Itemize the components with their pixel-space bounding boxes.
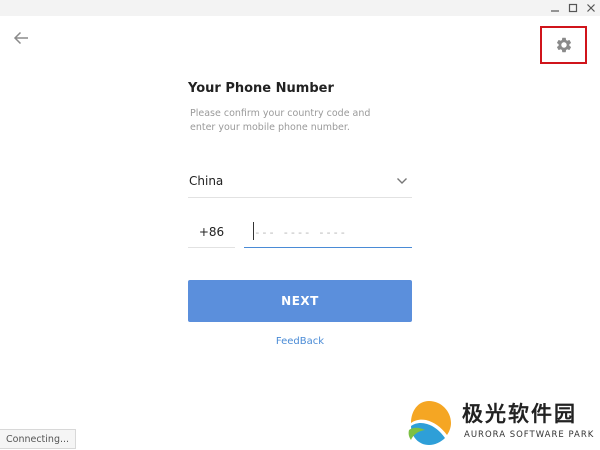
watermark-title: 极光软件园 (462, 402, 577, 426)
country-select-value: China (189, 174, 224, 188)
chevron-down-icon (397, 178, 407, 184)
maximize-button[interactable] (566, 1, 580, 15)
country-code-field[interactable] (188, 217, 235, 248)
minimize-icon (551, 10, 559, 12)
phone-number-input[interactable] (244, 217, 412, 247)
text-cursor (253, 222, 254, 240)
country-select[interactable]: China (188, 167, 412, 198)
watermark-subtitle: AURORA SOFTWARE PARK (464, 430, 595, 440)
country-code-input[interactable] (188, 217, 235, 247)
settings-button[interactable] (540, 26, 587, 64)
feedback-row: FeedBack (0, 336, 600, 347)
page-title: Your Phone Number (188, 81, 334, 96)
instructions-line-1: Please confirm your country code and (190, 108, 371, 119)
instructions-text: Please confirm your country code and ent… (190, 107, 390, 135)
next-button[interactable]: NEXT (188, 280, 412, 322)
phone-number-field[interactable] (244, 217, 412, 248)
watermark: 极光软件园 AURORA SOFTWARE PARK (404, 396, 596, 450)
arrow-left-icon (13, 31, 28, 45)
title-bar (0, 0, 600, 16)
close-button[interactable] (584, 1, 598, 15)
instructions-line-2: enter your mobile phone number. (190, 122, 350, 133)
aurora-logo-icon (408, 401, 451, 445)
back-button[interactable] (10, 28, 32, 48)
close-icon (587, 4, 595, 12)
maximize-icon (568, 3, 578, 13)
feedback-link[interactable]: FeedBack (276, 336, 324, 347)
minimize-button[interactable] (548, 1, 562, 15)
connection-status: Connecting... (0, 429, 77, 449)
gear-icon (556, 37, 571, 53)
